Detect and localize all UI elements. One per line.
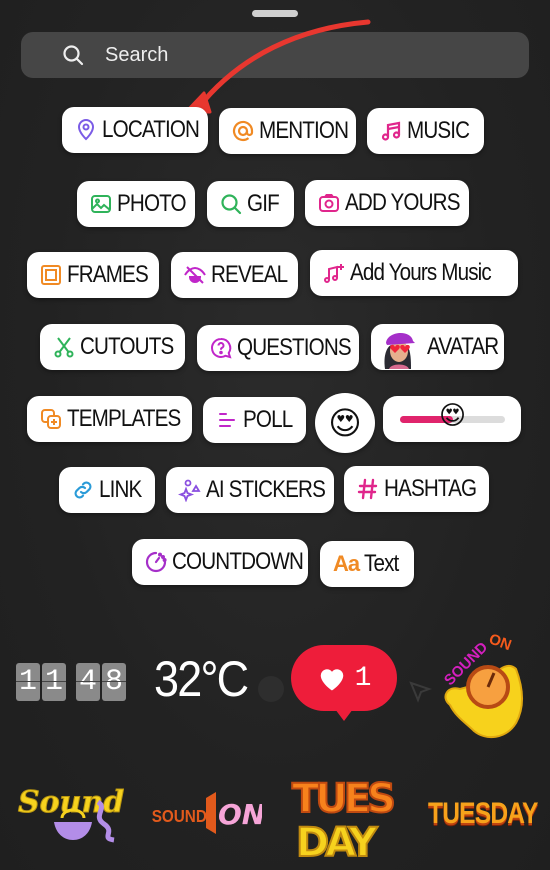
tues-day-graffiti-sticker[interactable]: TUES DAY	[290, 768, 396, 864]
poll-icon	[215, 408, 239, 432]
svg-text:Sound: Sound	[18, 785, 124, 820]
sticker-label: MUSIC	[407, 117, 470, 144]
sticker-reveal[interactable]: REVEAL	[171, 252, 298, 298]
templates-icon	[39, 407, 63, 431]
sticker-label: TEMPLATES	[67, 405, 181, 432]
clock-digit: 8	[102, 663, 126, 701]
svg-text:TUES: TUES	[292, 776, 393, 822]
sticker-text[interactable]: Aa Text	[320, 541, 414, 587]
sticker-add-yours[interactable]: ADD YOURS	[305, 180, 469, 226]
sticker-frames[interactable]: FRAMES	[27, 252, 159, 298]
sticker-label: Add Yours Music	[350, 259, 492, 286]
search-icon	[219, 192, 243, 216]
sticker-photo[interactable]: PHOTO	[77, 181, 195, 227]
svg-text:DAY: DAY	[296, 820, 378, 864]
sticker-countdown[interactable]: COUNTDOWN	[132, 539, 308, 585]
sticker-ai-stickers[interactable]: AI STICKERS	[166, 467, 334, 513]
clock-digit: 1	[42, 663, 66, 701]
search-bar[interactable]	[21, 32, 529, 78]
sticker-music[interactable]: MUSIC	[367, 108, 484, 154]
search-icon	[63, 45, 84, 66]
sticker-label: COUNTDOWN	[172, 548, 304, 575]
sticker-location[interactable]: LOCATION	[62, 107, 208, 153]
slider-track[interactable]: 😍	[400, 402, 505, 428]
sticker-label: GIF	[247, 190, 280, 217]
sticker-cutouts[interactable]: CUTOUTS	[40, 324, 185, 370]
sticker-poll[interactable]: POLL	[203, 397, 306, 443]
sound-on-speaker-sticker[interactable]: SOUND ON!	[150, 788, 262, 838]
clock-separator	[68, 663, 74, 701]
timer-icon	[144, 550, 168, 574]
scissors-icon	[52, 335, 76, 359]
sticker-avatar[interactable]: AVATAR	[371, 324, 504, 370]
clock-sticker[interactable]: 1 1 4 8	[16, 663, 126, 701]
temperature-sticker[interactable]: 32°C	[154, 650, 249, 708]
sticker-label: PHOTO	[117, 190, 187, 217]
location-pin-icon	[74, 118, 98, 142]
sticker-label: QUESTIONS	[237, 334, 352, 361]
music-plus-icon	[322, 261, 346, 285]
text-aa-icon: Aa	[332, 551, 360, 576]
hashtag-icon	[356, 477, 380, 501]
sticker-mention[interactable]: MENTION	[219, 108, 356, 154]
svg-text:SOUND: SOUND	[152, 806, 207, 826]
sound-on-knob-sticker[interactable]: SOUND ON	[430, 625, 530, 743]
camera-icon	[317, 191, 341, 215]
frame-icon	[39, 263, 63, 287]
music-note-icon	[379, 119, 403, 143]
heart-icon	[320, 669, 343, 691]
sticker-label: HASHTAG	[384, 475, 477, 502]
sticker-questions[interactable]: QUESTIONS	[197, 325, 359, 371]
sticker-label: FRAMES	[67, 261, 149, 288]
eye-off-icon	[183, 263, 207, 287]
sticker-templates[interactable]: TEMPLATES	[27, 396, 192, 442]
sticker-label: AI STICKERS	[206, 476, 326, 503]
emoji-slider-sticker[interactable]: 😍	[383, 396, 521, 442]
drag-handle[interactable]	[252, 10, 298, 17]
sticker-label: REVEAL	[211, 261, 288, 288]
sound-bowl-sticker[interactable]: Sound	[14, 778, 124, 848]
sticker-label: ADD YOURS	[345, 189, 460, 216]
facebook-icon	[258, 676, 284, 702]
sticker-label: LOCATION	[102, 116, 200, 143]
sparkle-shapes-icon	[178, 478, 202, 502]
heart-eyes-emoji: 😍	[328, 405, 362, 441]
clock-digit: 1	[16, 663, 40, 701]
sticker-label: LINK	[99, 476, 142, 503]
sticker-hashtag[interactable]: HASHTAG	[344, 466, 489, 512]
image-icon	[89, 192, 113, 216]
sticker-gif[interactable]: GIF	[207, 181, 294, 227]
tuesday-text-sticker[interactable]: TUESDAY	[428, 797, 538, 831]
sticker-label: POLL	[243, 406, 293, 433]
sticker-add-yours-music[interactable]: Add Yours Music	[310, 250, 518, 296]
sticker-label: Text	[364, 550, 399, 577]
sticker-label: AVATAR	[427, 333, 499, 360]
sticker-label: CUTOUTS	[80, 333, 174, 360]
link-icon	[71, 478, 95, 502]
emoji-reaction-sticker[interactable]: 😍	[315, 393, 375, 453]
search-input[interactable]	[105, 43, 485, 67]
at-sign-icon	[231, 119, 255, 143]
svg-text:ON!: ON!	[218, 798, 262, 831]
like-sticker[interactable]: 1	[291, 645, 397, 721]
sticker-link[interactable]: LINK	[59, 467, 155, 513]
slider-thumb-emoji[interactable]: 😍	[439, 402, 466, 428]
avatar-icon	[377, 325, 421, 369]
clock-digit: 4	[76, 663, 100, 701]
sticker-label: MENTION	[259, 117, 349, 144]
question-bubble-icon	[209, 336, 233, 360]
like-count: 1	[354, 662, 372, 694]
